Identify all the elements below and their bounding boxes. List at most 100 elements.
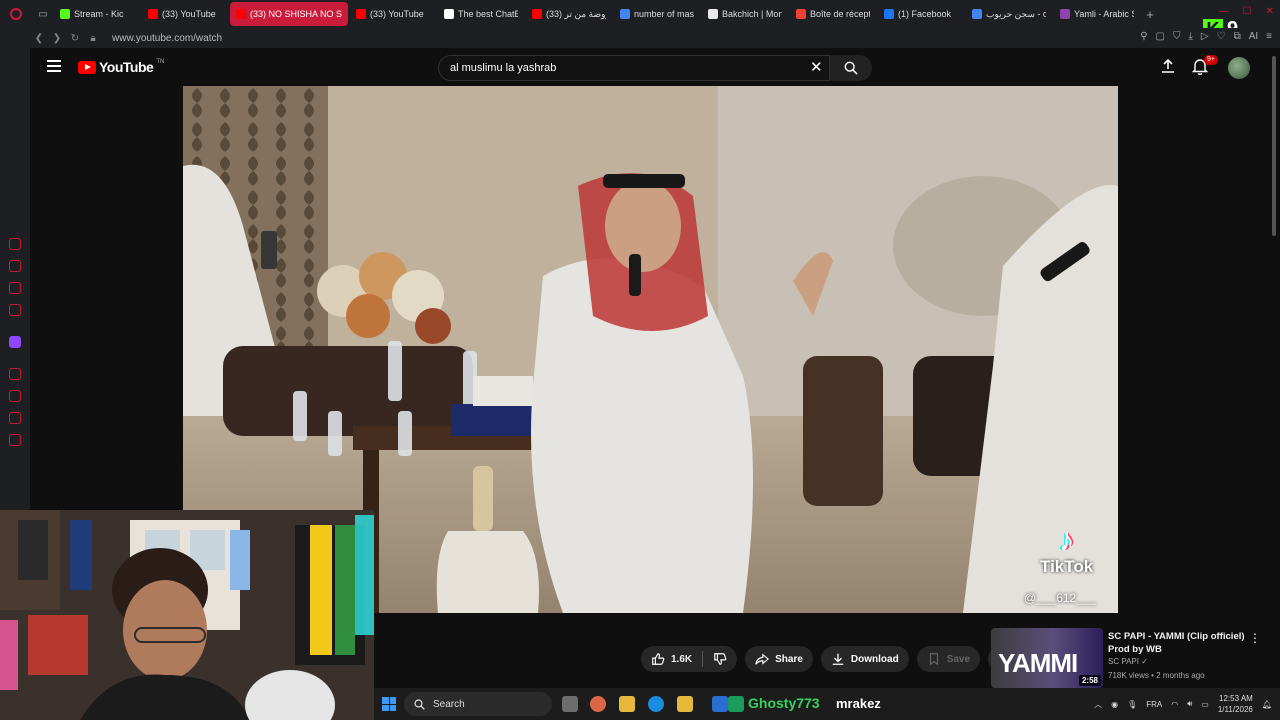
recommended-video[interactable]: YAMMI 2:58 SC PAPI - YAMMI (Clip officie… (991, 628, 1270, 688)
download-button[interactable]: Download (820, 646, 909, 672)
download-tray-icon[interactable]: ⤓ (1188, 31, 1192, 42)
store-icon[interactable] (677, 696, 693, 712)
webcam-overlay (0, 510, 374, 720)
workspaces-icon[interactable]: ▭ (32, 0, 54, 28)
notification-center-icon[interactable]: 🔔︎ (1262, 700, 1272, 709)
tab-label: number of mast (634, 9, 694, 19)
search-icon (414, 698, 425, 710)
clear-search-icon[interactable]: ✕ (810, 58, 823, 76)
task-view-icon[interactable] (562, 696, 578, 712)
sidebar-clock-icon[interactable] (9, 390, 21, 402)
sidebar-settings-icon[interactable] (9, 434, 21, 446)
browser-tab[interactable]: (33) YouTube (142, 2, 228, 26)
ai-icon[interactable]: AI (1249, 31, 1258, 42)
save-button[interactable]: Save (916, 646, 981, 672)
volume-icon[interactable]: 🔊︎ (1187, 699, 1192, 709)
page-scrollbar[interactable] (1272, 56, 1276, 236)
opera-sidebar (0, 48, 30, 510)
browser-tab[interactable]: (1) Facebook (878, 2, 964, 26)
microphone-icon[interactable]: 🎙︎ (1127, 700, 1137, 709)
webcam-image (0, 510, 374, 720)
dislike-button[interactable] (703, 646, 737, 672)
battery-icon[interactable]: ▭ (1201, 700, 1209, 709)
browser-tab[interactable]: (33) YouTube (350, 2, 436, 26)
thumbs-down-icon (714, 653, 727, 665)
maximize-icon[interactable]: ☐ (1243, 6, 1252, 17)
edge-icon[interactable] (648, 696, 664, 712)
heart-icon[interactable]: ♡ (1217, 31, 1226, 42)
taskbar-clock[interactable]: 12:53 AM 1/11/2026 (1218, 693, 1253, 715)
search-input[interactable]: al muslimu la yashrab (438, 55, 830, 81)
tab-favicon-icon (60, 9, 70, 19)
like-button[interactable]: 1.6K (641, 646, 702, 672)
tab-favicon-icon (796, 9, 806, 19)
shield-icon[interactable]: ⛉ (1173, 31, 1181, 42)
upload-icon[interactable] (1160, 58, 1176, 74)
player-icon[interactable]: ▷ (1201, 31, 1209, 42)
forward-icon[interactable]: ❯ (48, 33, 66, 44)
search-button[interactable] (830, 55, 872, 81)
recommended-title[interactable]: SC PAPI - YAMMI (Clip officiel) Prod by … (1108, 630, 1258, 656)
taskbar-search[interactable]: Search (404, 692, 552, 716)
browser-tab[interactable]: The best ChatB (438, 2, 524, 26)
sidebar-music-icon[interactable] (9, 282, 21, 294)
tab-favicon-icon (972, 9, 982, 19)
pin-icon[interactable]: ⚲ (1140, 31, 1147, 42)
photoshop-icon[interactable] (712, 696, 728, 712)
opera-menu-icon[interactable] (0, 0, 32, 28)
tab-favicon-icon (444, 9, 454, 19)
download-icon (832, 653, 844, 665)
youtube-logo[interactable]: YouTube TN (78, 59, 164, 75)
snapshot-icon[interactable]: ▢ (1156, 31, 1165, 42)
copilot-icon[interactable] (590, 696, 606, 712)
recommended-menu-icon[interactable]: ⋮ (1249, 631, 1261, 645)
new-tab-button[interactable]: + (1140, 7, 1160, 22)
address-bar: ❮ ❯ ↻ 🔒︎ www.youtube.com/watch ⚲ ▢ ⛉ ⤓ ▷… (0, 28, 1280, 48)
tab-favicon-icon (532, 9, 542, 19)
thumbs-up-icon (652, 653, 665, 665)
browser-tab[interactable]: Bakchich | Mon (702, 2, 788, 26)
browser-tab[interactable]: (33) NO SHISHA NO S (230, 2, 348, 26)
tab-favicon-icon (884, 9, 894, 19)
system-tray: ︿ ◉ 🎙︎ FRA ◠ 🔊︎ ▭ 12:53 AM 1/11/2026 🔔︎ (1094, 688, 1280, 720)
recommended-channel[interactable]: SC PAPI ✓ (1108, 657, 1148, 666)
sidebar-twitch-icon[interactable] (9, 336, 21, 348)
browser-tab[interactable]: Yamli - Arabic S (1054, 2, 1140, 26)
tab-favicon-icon (620, 9, 630, 19)
sidebar-history-icon[interactable] (9, 368, 21, 380)
windows-start-icon[interactable] (382, 697, 396, 711)
sidebar-messenger-icon[interactable] (9, 260, 21, 272)
wifi-icon[interactable]: ◠ (1171, 700, 1178, 709)
video-actions: 1.6K Share Download Save ••• (641, 646, 1015, 672)
minimize-icon[interactable]: — (1219, 6, 1229, 17)
sidebar-news-icon[interactable] (9, 304, 21, 316)
extensions-icon[interactable]: ⧉ (1234, 31, 1241, 42)
address-bar-tools: ⚲ ▢ ⛉ ⤓ ▷ ♡ ⧉ AI ≡ (1140, 31, 1272, 42)
url-field[interactable]: www.youtube.com/watch (112, 33, 222, 44)
share-button[interactable]: Share (745, 646, 813, 672)
notifications-button[interactable]: 9+ (1191, 55, 1218, 76)
guide-menu-icon[interactable] (47, 60, 61, 72)
browser-tab[interactable]: Boîte de récept (790, 2, 876, 26)
sidebar-aria-icon[interactable] (9, 238, 21, 250)
network-app-icon[interactable]: ◉ (1111, 700, 1118, 709)
sidebar-pinboard-icon[interactable] (9, 412, 21, 424)
browser-tab[interactable]: سجن حريوب - ch (966, 2, 1052, 26)
like-dislike-group: 1.6K (641, 646, 738, 672)
account-avatar[interactable] (1228, 57, 1250, 79)
browser-tab[interactable]: number of mast (614, 2, 700, 26)
browser-tab[interactable]: (33) روضة من تر (526, 2, 612, 26)
file-explorer-icon[interactable] (619, 696, 635, 712)
browser-tab[interactable]: Stream - Kic (54, 2, 140, 26)
chevron-up-icon[interactable]: ︿ (1094, 699, 1102, 710)
reload-icon[interactable]: ↻ (66, 33, 84, 44)
tab-label: Stream - Kic (74, 9, 124, 19)
recommended-thumbnail[interactable]: YAMMI 2:58 (991, 628, 1103, 688)
search-icon (844, 61, 858, 75)
streamlabs-icon[interactable] (728, 696, 744, 712)
tiktok-handle: @___612___ (1024, 591, 1097, 605)
browser-menu-icon[interactable]: ≡ (1266, 31, 1272, 42)
back-icon[interactable]: ❮ (30, 33, 48, 44)
close-window-icon[interactable]: ✕ (1266, 6, 1274, 17)
language-indicator[interactable]: FRA (1146, 700, 1162, 709)
